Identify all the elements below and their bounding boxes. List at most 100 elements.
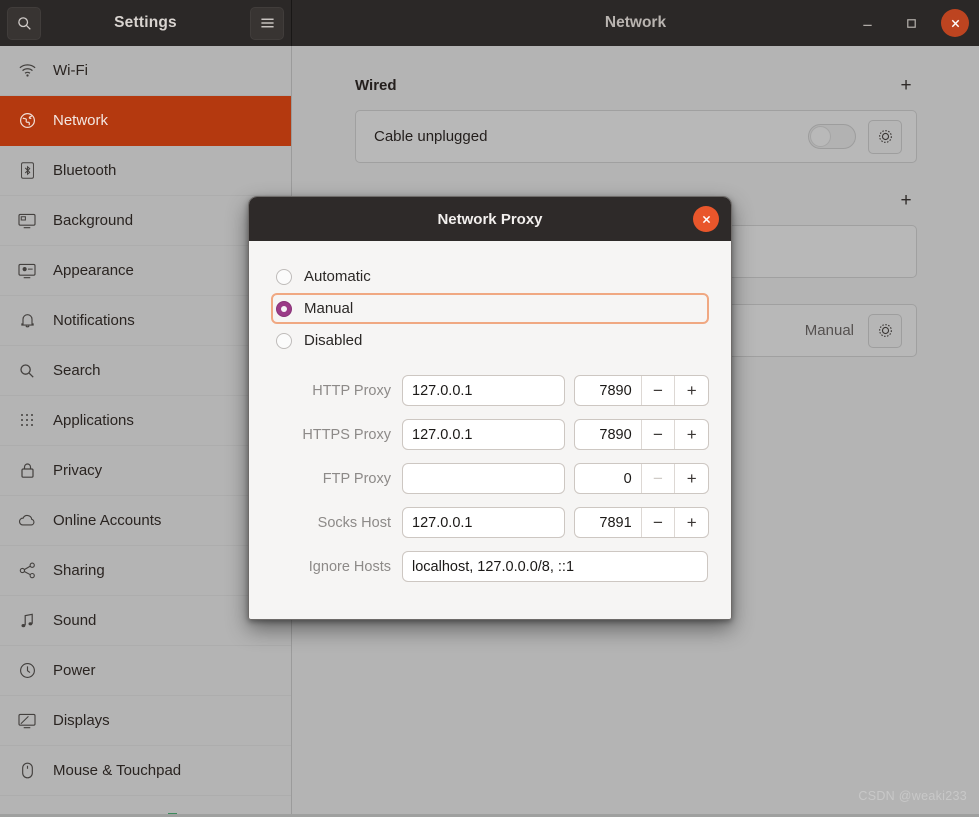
titlebar: Settings Network xyxy=(0,0,979,46)
proxy-settings-button[interactable] xyxy=(868,313,902,348)
cloud-icon xyxy=(17,511,37,531)
wired-settings-button[interactable] xyxy=(868,119,902,154)
network-proxy-dialog: Network Proxy Automatic Manual Disabled … xyxy=(248,196,732,620)
maximize-button[interactable] xyxy=(897,9,925,37)
power-icon xyxy=(17,661,37,681)
ignore-hosts-label: Ignore Hosts xyxy=(308,558,391,575)
wired-toggle[interactable] xyxy=(808,124,856,149)
sidebar-item-label: Network xyxy=(53,112,109,129)
ftp-proxy-label: FTP Proxy xyxy=(322,470,391,487)
sidebar-item-label: Appearance xyxy=(53,262,134,279)
sidebar-item-mouse-touchpad[interactable]: Mouse & Touchpad xyxy=(0,746,291,796)
dialog-close-button[interactable] xyxy=(693,206,719,232)
dialog-body: Automatic Manual Disabled HTTP Proxy 127… xyxy=(249,241,731,582)
music-note-icon xyxy=(17,611,37,631)
ftp-proxy-port-plus-button[interactable]: + xyxy=(674,464,708,493)
sidebar-item-label: Mouse & Touchpad xyxy=(53,762,182,779)
add-wired-button[interactable]: + xyxy=(895,74,917,96)
sidebar-item-power[interactable]: Power xyxy=(0,646,291,696)
https-proxy-label: HTTPS Proxy xyxy=(302,426,391,443)
sidebar-item-label: Bluetooth xyxy=(53,162,117,179)
socks-port-stepper[interactable]: 7891 − + xyxy=(574,507,709,538)
sidebar-item-displays[interactable]: Displays xyxy=(0,696,291,746)
bluetooth-icon xyxy=(17,161,37,181)
sidebar-item-label: Applications xyxy=(53,412,134,429)
sidebar-item-label: Wi-Fi xyxy=(53,62,88,79)
displays-icon xyxy=(17,711,37,731)
radio-disabled-icon[interactable] xyxy=(276,332,292,349)
watermark: CSDN @weaki233 xyxy=(858,789,967,803)
socks-port-plus-button[interactable]: + xyxy=(674,508,708,537)
ftp-proxy-host-input[interactable] xyxy=(402,463,565,494)
bell-icon xyxy=(17,311,37,331)
socks-port-minus-button[interactable]: − xyxy=(640,508,675,537)
ftp-proxy-port-minus-button: − xyxy=(640,464,675,493)
proxy-mode-automatic[interactable]: Automatic xyxy=(271,261,709,292)
wired-status-label: Cable unplugged xyxy=(374,128,488,145)
socks-host-label: Socks Host xyxy=(317,514,391,531)
sidebar-item-label: Displays xyxy=(53,712,110,729)
proxy-mode-value: Manual xyxy=(804,322,854,339)
proxy-row-controls: Manual xyxy=(804,313,902,348)
sidebar-titlebar: Settings xyxy=(0,0,292,46)
add-second-button[interactable]: + xyxy=(895,189,917,211)
proxy-fields: HTTP Proxy 127.0.0.1 7890 − + HTTPS Prox… xyxy=(271,375,709,582)
dialog-titlebar: Network Proxy xyxy=(249,197,731,241)
ignore-hosts-input[interactable]: localhost, 127.0.0.0/8, ::1 xyxy=(402,551,708,582)
sidebar-item-label: Notifications xyxy=(53,312,135,329)
socks-host-input[interactable]: 127.0.0.1 xyxy=(402,507,565,538)
wired-row-controls xyxy=(808,119,902,154)
settings-window: Settings Network Wi-Fi Network Bluetooth… xyxy=(0,0,979,817)
sidebar-item-bluetooth[interactable]: Bluetooth xyxy=(0,146,291,196)
radio-automatic-icon[interactable] xyxy=(276,268,292,285)
sidebar-item-label: Online Accounts xyxy=(53,512,162,529)
https-proxy-host-input[interactable]: 127.0.0.1 xyxy=(402,419,565,450)
ignore-hosts-row: Ignore Hosts localhost, 127.0.0.0/8, ::1 xyxy=(271,551,709,582)
ftp-proxy-port-stepper[interactable]: 0 − + xyxy=(574,463,709,494)
sidebar-item-label: Background xyxy=(53,212,134,229)
background-monitor-icon xyxy=(17,211,37,231)
http-proxy-row: HTTP Proxy 127.0.0.1 7890 − + xyxy=(271,375,709,406)
proxy-mode-manual-label: Manual xyxy=(304,300,354,317)
radio-manual-icon[interactable] xyxy=(276,300,292,317)
proxy-mode-manual[interactable]: Manual xyxy=(271,293,709,324)
sidebar-item-network[interactable]: Network xyxy=(0,96,291,146)
hamburger-menu-button[interactable] xyxy=(250,6,284,40)
proxy-mode-automatic-label: Automatic xyxy=(304,268,371,285)
http-proxy-port-minus-button[interactable]: − xyxy=(640,376,675,405)
wired-connection-row[interactable]: Cable unplugged xyxy=(355,110,917,163)
lock-icon xyxy=(17,461,37,481)
socks-port-value[interactable]: 7891 xyxy=(575,508,641,537)
close-window-button[interactable] xyxy=(941,9,969,37)
ftp-proxy-row: FTP Proxy 0 − + xyxy=(271,463,709,494)
http-proxy-host-input[interactable]: 127.0.0.1 xyxy=(402,375,565,406)
sidebar-item-label: Power xyxy=(53,662,96,679)
sidebar-item-label: Sharing xyxy=(53,562,105,579)
wired-section-title: Wired xyxy=(355,76,397,94)
ftp-proxy-port-value[interactable]: 0 xyxy=(575,464,641,493)
sidebar-item-label: Sound xyxy=(53,612,97,629)
dialog-title: Network Proxy xyxy=(437,210,543,228)
search-button[interactable] xyxy=(7,6,41,40)
https-proxy-port-value[interactable]: 7890 xyxy=(575,420,641,449)
sidebar-item-label: Search xyxy=(53,362,101,379)
minimize-button[interactable] xyxy=(853,9,881,37)
https-proxy-port-stepper[interactable]: 7890 − + xyxy=(574,419,709,450)
globe-icon xyxy=(17,111,37,131)
https-proxy-port-minus-button[interactable]: − xyxy=(640,420,675,449)
appearance-monitor-icon xyxy=(17,261,37,281)
toggle-knob xyxy=(810,126,831,147)
settings-title: Settings xyxy=(114,14,177,31)
http-proxy-port-stepper[interactable]: 7890 − + xyxy=(574,375,709,406)
http-proxy-port-value[interactable]: 7890 xyxy=(575,376,641,405)
socks-host-row: Socks Host 127.0.0.1 7891 − + xyxy=(271,507,709,538)
share-nodes-icon xyxy=(17,561,37,581)
https-proxy-row: HTTPS Proxy 127.0.0.1 7890 − + xyxy=(271,419,709,450)
sidebar-item-wifi[interactable]: Wi-Fi xyxy=(0,46,291,96)
proxy-mode-disabled[interactable]: Disabled xyxy=(271,325,709,356)
wired-section-header: Wired + xyxy=(355,74,917,96)
http-proxy-port-plus-button[interactable]: + xyxy=(674,376,708,405)
mouse-icon xyxy=(17,761,37,781)
https-proxy-port-plus-button[interactable]: + xyxy=(674,420,708,449)
